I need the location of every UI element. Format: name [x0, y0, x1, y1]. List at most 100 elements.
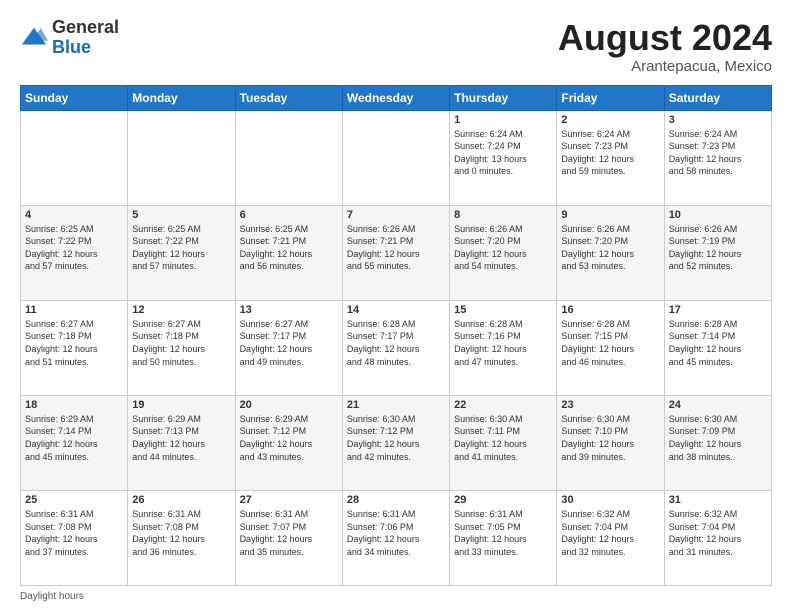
- day-info: Sunrise: 6:28 AM Sunset: 7:17 PM Dayligh…: [347, 318, 445, 368]
- calendar-cell: 7 Sunrise: 6:26 AM Sunset: 7:21 PM Daylig…: [342, 205, 449, 300]
- day-number: 28: [347, 494, 445, 506]
- calendar-cell: 3 Sunrise: 6:24 AM Sunset: 7:23 PM Daylig…: [664, 110, 771, 205]
- location: Arantepacua, Mexico: [558, 58, 772, 75]
- day-number: 12: [132, 304, 230, 316]
- day-number: 9: [561, 209, 659, 221]
- calendar-cell: 11Sunrise: 6:27 AM Sunset: 7:18 PM Dayli…: [21, 300, 128, 395]
- logo-text: General Blue: [52, 18, 119, 58]
- calendar-cell: 13Sunrise: 6:27 AM Sunset: 7:17 PM Dayli…: [235, 300, 342, 395]
- day-info: Sunrise: 6:28 AM Sunset: 7:14 PM Dayligh…: [669, 318, 767, 368]
- day-info: Sunrise: 6:32 AM Sunset: 7:04 PM Dayligh…: [669, 508, 767, 558]
- day-number: 8: [454, 209, 552, 221]
- calendar-cell: 1Sunrise: 6:24 AM Sunset: 7:24 PM Daylig…: [450, 110, 557, 205]
- calendar-cell: [235, 110, 342, 205]
- day-number: 23: [561, 399, 659, 411]
- logo-general: General: [52, 18, 119, 38]
- day-info: Sunrise: 6:24 AM Sunset: 7:23 PM Dayligh…: [669, 128, 767, 178]
- day-info: Sunrise: 6:24 AM Sunset: 7:23 PM Dayligh…: [561, 128, 659, 178]
- day-number: 11: [25, 304, 123, 316]
- day-info: Sunrise: 6:27 AM Sunset: 7:18 PM Dayligh…: [132, 318, 230, 368]
- day-number: 3: [669, 114, 767, 126]
- calendar-cell: 31 Sunrise: 6:32 AM Sunset: 7:04 PM Dayli…: [664, 490, 771, 585]
- calendar-week-row: 4 Sunrise: 6:25 AM Sunset: 7:22 PM Daylig…: [21, 205, 772, 300]
- daylight-label: Daylight hours: [20, 591, 84, 602]
- calendar-header-cell: Thursday: [450, 85, 557, 110]
- day-info: Sunrise: 6:31 AM Sunset: 7:08 PM Dayligh…: [25, 508, 123, 558]
- day-number: 17: [669, 304, 767, 316]
- calendar-cell: 28 Sunrise: 6:31 AM Sunset: 7:06 PM Dayli…: [342, 490, 449, 585]
- calendar-header-cell: Sunday: [21, 85, 128, 110]
- day-info: Sunrise: 6:31 AM Sunset: 7:05 PM Dayligh…: [454, 508, 552, 558]
- calendar-cell: 12 Sunrise: 6:27 AM Sunset: 7:18 PM Dayli…: [128, 300, 235, 395]
- calendar-cell: [21, 110, 128, 205]
- day-info: Sunrise: 6:30 AM Sunset: 7:09 PM Dayligh…: [669, 413, 767, 463]
- day-number: 2: [561, 114, 659, 126]
- calendar-cell: 25 Sunrise: 6:31 AM Sunset: 7:08 PM Dayli…: [21, 490, 128, 585]
- day-number: 24: [669, 399, 767, 411]
- logo-blue: Blue: [52, 38, 119, 58]
- footer: Daylight hours: [20, 591, 772, 602]
- calendar-cell: 20 Sunrise: 6:29 AM Sunset: 7:12 PM Dayli…: [235, 395, 342, 490]
- day-info: Sunrise: 6:31 AM Sunset: 7:06 PM Dayligh…: [347, 508, 445, 558]
- day-info: Sunrise: 6:30 AM Sunset: 7:12 PM Dayligh…: [347, 413, 445, 463]
- day-info: Sunrise: 6:26 AM Sunset: 7:20 PM Dayligh…: [561, 223, 659, 273]
- calendar-cell: [128, 110, 235, 205]
- calendar-week-row: 1Sunrise: 6:24 AM Sunset: 7:24 PM Daylig…: [21, 110, 772, 205]
- calendar-cell: 9 Sunrise: 6:26 AM Sunset: 7:20 PM Daylig…: [557, 205, 664, 300]
- title-block: August 2024 Arantepacua, Mexico: [558, 18, 772, 75]
- day-info: Sunrise: 6:30 AM Sunset: 7:10 PM Dayligh…: [561, 413, 659, 463]
- day-info: Sunrise: 6:31 AM Sunset: 7:08 PM Dayligh…: [132, 508, 230, 558]
- day-number: 19: [132, 399, 230, 411]
- calendar-cell: 24 Sunrise: 6:30 AM Sunset: 7:09 PM Dayli…: [664, 395, 771, 490]
- calendar-cell: 16 Sunrise: 6:28 AM Sunset: 7:15 PM Dayli…: [557, 300, 664, 395]
- calendar-header-row: SundayMondayTuesdayWednesdayThursdayFrid…: [21, 85, 772, 110]
- day-number: 5: [132, 209, 230, 221]
- calendar-cell: 26 Sunrise: 6:31 AM Sunset: 7:08 PM Dayli…: [128, 490, 235, 585]
- day-info: Sunrise: 6:29 AM Sunset: 7:13 PM Dayligh…: [132, 413, 230, 463]
- page: General Blue August 2024 Arantepacua, Me…: [0, 0, 792, 612]
- calendar-week-row: 11 Sunrise: 6:27 AM Sunset: 7:18 PM Dayli…: [21, 300, 772, 395]
- logo-icon: [20, 24, 48, 52]
- calendar-week-row: 18 Sunrise: 6:29 AM Sunset: 7:14 PM Dayli…: [21, 395, 772, 490]
- day-info: Sunrise: 6:29 AM Sunset: 7:12 PM Dayligh…: [240, 413, 338, 463]
- day-number: 31: [669, 494, 767, 506]
- calendar-cell: 6 Sunrise: 6:25 AM Sunset: 7:21 PM Daylig…: [235, 205, 342, 300]
- month-year: August 2024: [558, 18, 772, 58]
- day-number: 21: [347, 399, 445, 411]
- calendar-cell: 22Sunrise: 6:30 AM Sunset: 7:11 PM Dayli…: [450, 395, 557, 490]
- calendar-cell: 29Sunrise: 6:31 AM Sunset: 7:05 PM Dayli…: [450, 490, 557, 585]
- calendar-cell: 4 Sunrise: 6:25 AM Sunset: 7:22 PM Daylig…: [21, 205, 128, 300]
- day-number: 4: [25, 209, 123, 221]
- day-number: 30: [561, 494, 659, 506]
- calendar-table: SundayMondayTuesdayWednesdayThursdayFrid…: [20, 85, 772, 586]
- calendar-cell: 14Sunrise: 6:28 AM Sunset: 7:17 PM Dayli…: [342, 300, 449, 395]
- day-number: 7: [347, 209, 445, 221]
- calendar-cell: 2 Sunrise: 6:24 AM Sunset: 7:23 PM Daylig…: [557, 110, 664, 205]
- calendar-cell: 21 Sunrise: 6:30 AM Sunset: 7:12 PM Dayli…: [342, 395, 449, 490]
- day-info: Sunrise: 6:24 AM Sunset: 7:24 PM Dayligh…: [454, 128, 552, 178]
- day-info: Sunrise: 6:31 AM Sunset: 7:07 PM Dayligh…: [240, 508, 338, 558]
- day-number: 16: [561, 304, 659, 316]
- day-number: 22: [454, 399, 552, 411]
- calendar-header-cell: Wednesday: [342, 85, 449, 110]
- logo: General Blue: [20, 18, 119, 58]
- day-info: Sunrise: 6:29 AM Sunset: 7:14 PM Dayligh…: [25, 413, 123, 463]
- day-info: Sunrise: 6:25 AM Sunset: 7:22 PM Dayligh…: [25, 223, 123, 273]
- calendar-cell: 10Sunrise: 6:26 AM Sunset: 7:19 PM Dayli…: [664, 205, 771, 300]
- day-number: 10: [669, 209, 767, 221]
- calendar-cell: 23 Sunrise: 6:30 AM Sunset: 7:10 PM Dayli…: [557, 395, 664, 490]
- calendar-cell: [342, 110, 449, 205]
- calendar-header-cell: Monday: [128, 85, 235, 110]
- calendar-cell: 17 Sunrise: 6:28 AM Sunset: 7:14 PM Dayli…: [664, 300, 771, 395]
- day-number: 25: [25, 494, 123, 506]
- day-number: 26: [132, 494, 230, 506]
- day-info: Sunrise: 6:25 AM Sunset: 7:21 PM Dayligh…: [240, 223, 338, 273]
- day-number: 6: [240, 209, 338, 221]
- calendar-cell: 8 Sunrise: 6:26 AM Sunset: 7:20 PM Daylig…: [450, 205, 557, 300]
- day-info: Sunrise: 6:26 AM Sunset: 7:21 PM Dayligh…: [347, 223, 445, 273]
- day-number: 20: [240, 399, 338, 411]
- day-info: Sunrise: 6:28 AM Sunset: 7:15 PM Dayligh…: [561, 318, 659, 368]
- calendar-cell: 18 Sunrise: 6:29 AM Sunset: 7:14 PM Dayli…: [21, 395, 128, 490]
- day-number: 18: [25, 399, 123, 411]
- day-info: Sunrise: 6:26 AM Sunset: 7:20 PM Dayligh…: [454, 223, 552, 273]
